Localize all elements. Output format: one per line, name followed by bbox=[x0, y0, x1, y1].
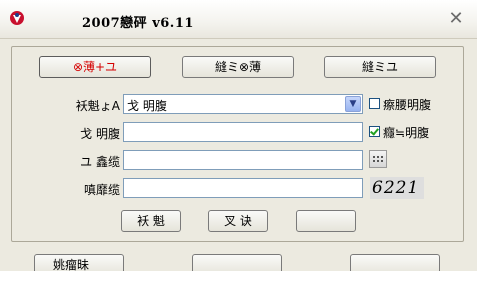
extra-button[interactable] bbox=[296, 210, 356, 232]
tab-login-mode-1[interactable]: ⊗薄+ユ bbox=[39, 56, 151, 78]
window-title: 2007戀砰 v6.11 bbox=[82, 16, 194, 31]
cancel-button[interactable]: 叉 诀 bbox=[208, 210, 268, 232]
remember-checkbox-label: 瘵腰明腹 bbox=[383, 98, 432, 112]
title-bar: 2007戀砰 v6.11 ✕ bbox=[0, 0, 477, 39]
close-button[interactable]: ✕ bbox=[447, 10, 465, 28]
tab-login-mode-3[interactable]: 縫ミユ bbox=[324, 56, 436, 78]
login-window: 2007戀砰 v6.11 ✕ ⊗薄+ユ 縫ミ⊗薄 縫ミユ 袄魁ょA 戈 明腹 ▼… bbox=[0, 0, 477, 303]
account-type-select[interactable]: 戈 明腹 ▼ bbox=[123, 94, 363, 114]
account-type-value: 戈 明腹 bbox=[127, 99, 167, 113]
account-label: 戈 明腹 bbox=[80, 127, 120, 141]
login-panel: ⊗薄+ユ 縫ミ⊗薄 縫ミユ 袄魁ょA 戈 明腹 ▼ 瘵腰明腹 戈 明腹 癮≒明腹… bbox=[11, 46, 464, 242]
code-label: 嗔靡缆 bbox=[83, 183, 120, 197]
password-input[interactable] bbox=[123, 150, 363, 170]
tab-login-mode-2[interactable]: 縫ミ⊗薄 bbox=[182, 56, 294, 78]
chevron-down-icon[interactable]: ▼ bbox=[345, 96, 361, 112]
remember-checkbox[interactable] bbox=[369, 98, 380, 109]
app-logo-icon bbox=[10, 11, 24, 25]
account-type-label: 袄魁ょA bbox=[75, 99, 120, 113]
auto-login-checkbox-label: 癮≒明腹 bbox=[383, 126, 430, 140]
captcha-image[interactable]: 6221 bbox=[370, 177, 424, 199]
auto-login-checkbox[interactable] bbox=[369, 126, 380, 137]
bottom-strip bbox=[0, 271, 477, 303]
code-input[interactable] bbox=[123, 178, 363, 198]
login-button[interactable]: 袄 魁 bbox=[121, 210, 181, 232]
account-input[interactable] bbox=[123, 122, 363, 142]
keyboard-icon[interactable] bbox=[369, 150, 387, 168]
password-label: ユ 鑫缆 bbox=[80, 155, 120, 169]
